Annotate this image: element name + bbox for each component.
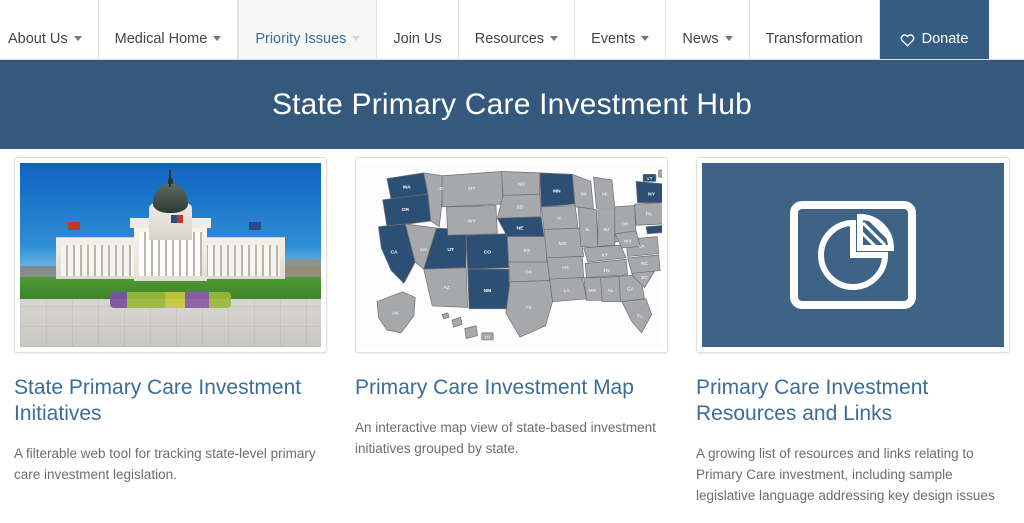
callout-VT: VT	[647, 176, 653, 181]
chevron-down-icon	[73, 36, 82, 41]
nav-item-resources[interactable]: Resources	[459, 0, 576, 59]
state-label-IA: IA	[557, 216, 562, 222]
state-label-AR: AR	[562, 265, 569, 271]
state-label-MN: MN	[553, 189, 561, 195]
chevron-down-icon	[724, 36, 733, 41]
state-label-AZ: AZ	[443, 285, 449, 291]
main-navigation-bar: About Us Medical Home Priority Issues Jo…	[0, 0, 1024, 60]
page-title: State Primary Care Investment Hub	[271, 87, 753, 121]
state-label-KS: KS	[524, 248, 531, 254]
state-capitol-photo	[20, 163, 321, 347]
donate-button[interactable]: Donate	[879, 0, 990, 59]
nav-item-label: Transformation	[765, 30, 863, 47]
nav-item-label: Medical Home	[114, 30, 208, 47]
state-label-OK: OK	[525, 269, 533, 275]
state-label-OR: OR	[402, 207, 410, 213]
nav-item-label: Resources	[474, 30, 545, 47]
state-label-KY: KY	[602, 252, 609, 258]
state-label-VA: VA	[639, 244, 646, 250]
nav-item-transformation[interactable]: Transformation	[750, 0, 880, 59]
state-label-MT: MT	[468, 186, 475, 192]
state-label-PA: PA	[646, 211, 653, 217]
nav-item-news[interactable]: News	[666, 0, 750, 59]
state-label-MS: MS	[588, 288, 596, 294]
nav-item-label: News	[682, 30, 719, 47]
state-label-UT: UT	[447, 247, 454, 253]
card-description: An interactive map view of state-based i…	[355, 420, 656, 456]
hero-banner: State Primary Care Investment Hub	[0, 60, 1024, 149]
card-title[interactable]: State Primary Care Investment Initiative…	[14, 375, 327, 427]
state-HI-3	[464, 325, 478, 339]
state-label-SC: SC	[641, 275, 648, 281]
state-label-FL: FL	[637, 313, 643, 319]
chevron-down-icon	[213, 36, 222, 41]
state-label-WV: WV	[624, 238, 633, 244]
card-description: A growing list of resources and links re…	[696, 446, 995, 503]
state-label-TN: TN	[603, 268, 610, 274]
card-media-frame[interactable]	[14, 157, 327, 353]
state-label-AK: AK	[392, 310, 399, 316]
state-label-ND: ND	[518, 182, 526, 188]
nav-item-priority-issues[interactable]: Priority Issues	[238, 0, 378, 59]
state-label-CO: CO	[484, 250, 492, 256]
chevron-down-icon	[352, 36, 361, 41]
nav-item-label: About Us	[8, 30, 68, 47]
state-MD-shape	[645, 225, 662, 235]
state-label-ID: ID	[438, 186, 443, 192]
us-investment-map[interactable]: WA OR CA UT CO NM NE MN NY ID MT WY NV A…	[361, 163, 662, 347]
state-label-TX: TX	[525, 305, 532, 311]
state-label-MI: MI	[602, 192, 608, 198]
state-label-OH: OH	[621, 221, 629, 227]
state-label-AL: AL	[608, 288, 614, 294]
nav-item-about-us[interactable]: About Us	[0, 0, 99, 59]
nav-item-medical-home[interactable]: Medical Home	[99, 0, 239, 59]
state-label-LA: LA	[564, 288, 571, 294]
state-label-WA: WA	[403, 184, 411, 190]
state-label-WI: WI	[581, 192, 587, 198]
card-media-frame[interactable]	[696, 157, 1010, 353]
card-title[interactable]: Primary Care Investment Resources and Li…	[696, 375, 1010, 427]
chevron-down-icon	[550, 36, 559, 41]
state-label-NV: NV	[420, 247, 428, 253]
state-HI-1	[441, 312, 450, 320]
state-label-CA: CA	[390, 250, 398, 256]
chevron-down-icon	[641, 36, 650, 41]
card-media-frame[interactable]: WA OR CA UT CO NM NE MN NY ID MT WY NV A…	[355, 157, 668, 353]
card-state-initiatives: State Primary Care Investment Initiative…	[0, 157, 341, 523]
card-resources-links: Primary Care Investment Resources and Li…	[682, 157, 1024, 523]
card-investment-map: WA OR CA UT CO NM NE MN NY ID MT WY NV A…	[341, 157, 682, 523]
nav-list: About Us Medical Home Priority Issues Jo…	[0, 0, 1024, 59]
nav-item-label: Priority Issues	[255, 30, 347, 47]
nav-item-events[interactable]: Events	[575, 0, 667, 59]
nav-item-label: Join Us	[393, 30, 442, 47]
pie-chart-icon	[702, 163, 1004, 347]
state-label-NC: NC	[641, 261, 649, 267]
donate-label: Donate	[921, 30, 969, 47]
state-label-NY: NY	[648, 192, 656, 198]
nav-item-join-us[interactable]: Join Us	[377, 0, 459, 59]
state-label-NM: NM	[484, 288, 492, 294]
state-label-WY: WY	[468, 218, 477, 224]
state-label-MO: MO	[558, 241, 566, 247]
state-label-NE: NE	[517, 226, 525, 232]
callout-HI: HI	[485, 335, 490, 340]
state-label-GA: GA	[627, 286, 635, 292]
card-row: State Primary Care Investment Initiative…	[0, 149, 1024, 523]
card-title[interactable]: Primary Care Investment Map	[355, 375, 668, 401]
state-label-SD: SD	[517, 204, 524, 210]
heart-icon	[900, 33, 915, 47]
state-label-IL: IL	[586, 227, 590, 233]
nav-item-label: Events	[591, 30, 636, 47]
state-HI-2	[451, 316, 463, 328]
state-label-IN: IN	[604, 227, 609, 233]
card-description: A filterable web tool for tracking state…	[14, 446, 316, 482]
